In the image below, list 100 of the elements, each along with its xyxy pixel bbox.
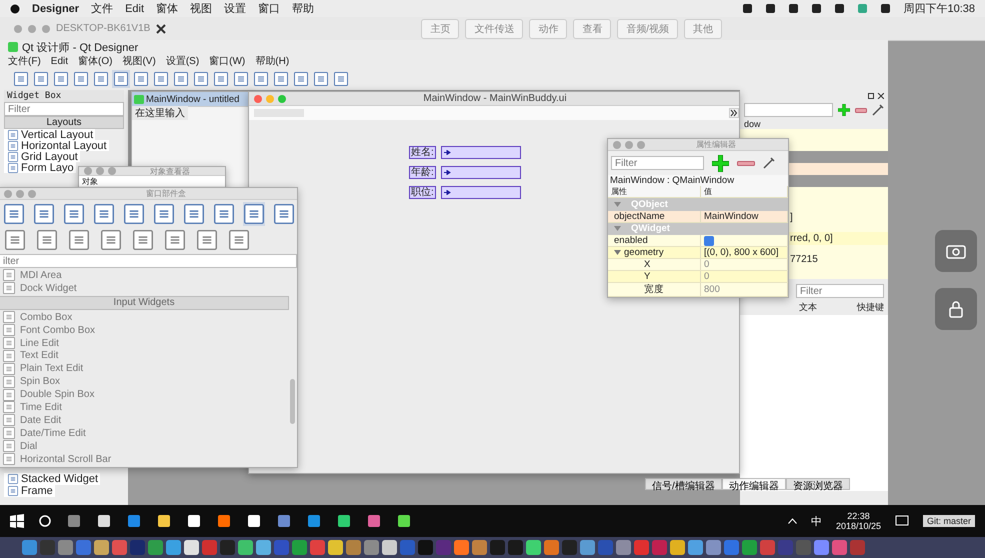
form-label: 年龄: — [409, 166, 436, 179]
app-icon[interactable] — [96, 513, 112, 529]
widget-item[interactable]: Date Edit — [0, 414, 289, 427]
status-icon[interactable] — [742, 3, 754, 14]
widget-icon — [8, 486, 18, 496]
widget-item[interactable]: Font Combo Box — [0, 324, 289, 337]
menu-item[interactable]: 帮助(H) — [255, 54, 290, 68]
wrench-icon[interactable] — [763, 157, 775, 169]
add-icon[interactable] — [712, 154, 729, 172]
git-branch[interactable]: Git: master — [922, 515, 975, 527]
line-edit[interactable] — [440, 186, 521, 199]
widget-item[interactable]: MDI Area — [0, 269, 289, 282]
expand-arrow-icon[interactable] — [614, 200, 621, 208]
app-icon[interactable] — [216, 513, 232, 529]
widget-item[interactable]: Dock Widget — [0, 282, 289, 295]
app-icon[interactable] — [396, 513, 412, 529]
app-menu[interactable]: Designer — [32, 2, 80, 14]
checkbox[interactable] — [704, 236, 714, 246]
camera-button[interactable] — [935, 230, 977, 272]
column-header: dow — [744, 118, 761, 128]
dock-tab[interactable]: 资源浏览器 — [786, 478, 850, 490]
search-icon[interactable] — [38, 514, 52, 528]
property-value: 0 — [704, 271, 710, 282]
menu-item[interactable]: 窗口 — [258, 1, 280, 16]
lock-button[interactable] — [935, 288, 977, 330]
menu-item[interactable]: 窗体 — [156, 1, 178, 16]
widget-item[interactable]: Grid Layout — [4, 151, 80, 162]
remove-icon[interactable] — [737, 160, 755, 166]
menu-item[interactable]: 窗口(W) — [209, 54, 246, 68]
menu-item[interactable]: 视图(V) — [122, 54, 156, 68]
filter-field[interactable]: Filter — [796, 284, 884, 298]
widget-item[interactable]: Spin Box — [0, 375, 289, 388]
app-icon[interactable] — [246, 513, 262, 529]
filter-field[interactable]: ilter — [0, 254, 297, 268]
subwindow-title: MainWindow - untitled — [146, 94, 240, 104]
app-icon[interactable] — [184, 540, 199, 555]
close-icon[interactable] — [156, 24, 166, 34]
widget-item[interactable]: Stacked Widget — [4, 473, 100, 485]
status-icon[interactable] — [811, 3, 822, 14]
category-header[interactable]: Layouts — [4, 116, 124, 129]
menu-item[interactable]: 设置 — [224, 1, 246, 16]
widget-item[interactable]: Combo Box — [0, 310, 289, 324]
widget-icon — [3, 311, 15, 324]
widget-item[interactable]: Line Edit — [0, 336, 289, 350]
line-edit[interactable] — [440, 146, 521, 159]
app-icon[interactable] — [366, 513, 382, 529]
expand-arrow-icon[interactable] — [614, 249, 621, 256]
dock-buttons-icon[interactable] — [868, 93, 884, 99]
widget-item[interactable]: Horizontal Layout — [4, 140, 109, 151]
extension-icon[interactable] — [729, 108, 739, 118]
menu-item[interactable]: 文件(F) — [8, 54, 41, 68]
widget-item[interactable]: Dial — [0, 440, 289, 453]
scrollbar-thumb[interactable] — [290, 379, 295, 424]
widget-item[interactable]: Form Layo — [4, 162, 76, 173]
status-icon[interactable] — [834, 3, 846, 14]
status-icon[interactable] — [788, 3, 800, 14]
menu-item[interactable]: 视图 — [190, 1, 212, 16]
property-name: objectName — [614, 210, 665, 222]
app-icon[interactable] — [276, 513, 292, 529]
wrench-icon[interactable] — [872, 104, 884, 116]
widget-item[interactable]: Plain Text Edit — [0, 362, 289, 376]
expand-arrow-icon[interactable] — [614, 225, 621, 232]
notification-icon[interactable] — [894, 514, 909, 528]
filter-field[interactable]: Filter — [611, 156, 704, 170]
widget-item[interactable]: Vertical Layout — [4, 129, 96, 140]
app-icon[interactable] — [336, 513, 352, 529]
widget-item[interactable]: Time Edit — [0, 401, 289, 414]
status-icon[interactable] — [880, 3, 892, 14]
app-icon[interactable] — [156, 513, 172, 529]
property-name: X — [644, 259, 650, 270]
status-icon[interactable] — [765, 3, 776, 14]
input-method[interactable]: 中 — [810, 514, 822, 528]
widget-item[interactable]: Date/Time Edit — [0, 426, 289, 440]
app-icon[interactable] — [382, 540, 397, 555]
apple-icon[interactable] — [10, 3, 20, 14]
menu-item[interactable]: 帮助 — [292, 1, 314, 16]
windows-icon[interactable] — [10, 514, 24, 528]
window-title: 对象查看器 — [149, 167, 191, 176]
line-edit[interactable] — [440, 166, 521, 179]
widget-item[interactable]: Text Edit — [0, 349, 289, 362]
remove-icon[interactable] — [855, 108, 867, 112]
menu-item[interactable]: 文件 — [91, 1, 114, 16]
widget-item[interactable]: Horizontal Scroll Bar — [0, 452, 289, 466]
column-header: 文本 — [799, 300, 817, 314]
dock-tab[interactable]: 信号/槽编辑器 — [645, 478, 722, 490]
widget-icon — [3, 388, 15, 401]
menu-placeholder[interactable]: 在这里输入 — [132, 106, 188, 120]
filter-field[interactable]: Filter — [4, 102, 124, 116]
menu-item[interactable]: Edit — [50, 56, 68, 66]
dock-tab[interactable]: 动作编辑器 — [722, 478, 786, 490]
menu-item[interactable]: 窗体(O) — [78, 54, 112, 68]
menu-item[interactable]: Edit — [125, 2, 144, 14]
app-icon[interactable] — [186, 513, 202, 529]
widget-item[interactable]: Frame — [4, 485, 55, 497]
widget-item[interactable]: Double Spin Box — [0, 388, 289, 402]
add-icon[interactable] — [838, 104, 850, 116]
menu-item[interactable]: 设置(S) — [166, 54, 200, 68]
filter-field[interactable] — [744, 103, 833, 117]
close-button[interactable] — [254, 94, 262, 102]
category-header[interactable]: Input Widgets — [0, 296, 289, 310]
